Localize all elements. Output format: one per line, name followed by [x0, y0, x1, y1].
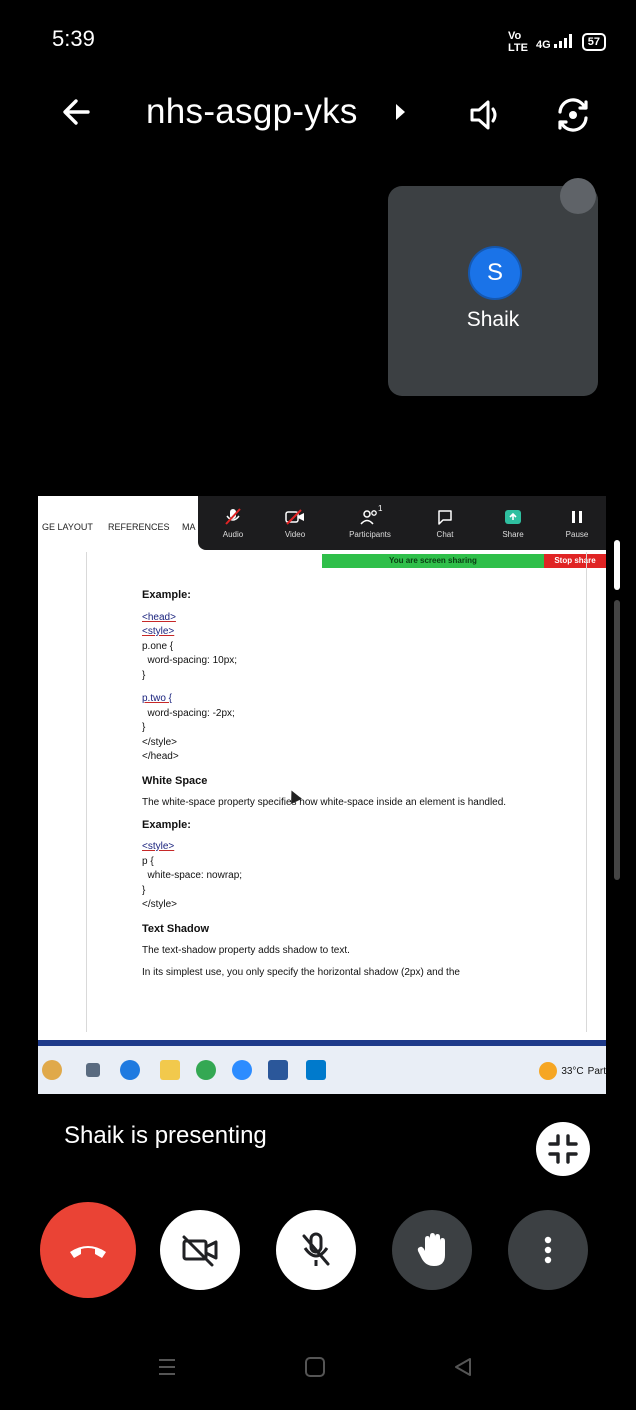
section-heading: Text Shadow: [142, 922, 210, 935]
code-line: <style>: [142, 626, 175, 637]
scrollbar-thumb[interactable]: [614, 540, 620, 590]
zoom-video-button: Video: [266, 502, 324, 539]
code-line: </style>: [142, 899, 178, 910]
chat-icon: [438, 510, 452, 525]
battery-icon: 57: [581, 33, 606, 51]
home-button[interactable]: [304, 1356, 326, 1383]
zoom-app-icon: [232, 1060, 252, 1080]
code-line: p.one {: [142, 640, 174, 652]
zoom-participants-button: 1 Participants: [349, 504, 391, 539]
section-heading: White Space: [142, 774, 208, 787]
menu-lines-icon: [159, 1359, 175, 1375]
back-button[interactable]: [58, 92, 98, 132]
arrow-left-icon: [63, 99, 90, 125]
camera-off-icon: [182, 1235, 218, 1267]
ribbon-tab: MA: [182, 522, 196, 532]
home-square-icon: [305, 1357, 325, 1377]
code-line: p {: [142, 855, 154, 867]
nav-back-button[interactable]: [452, 1356, 474, 1383]
code-line: <head>: [142, 611, 176, 623]
signal-icon: 4G: [536, 33, 574, 51]
minimize-button[interactable]: [536, 1122, 590, 1176]
code-line: word-spacing: -2px;: [142, 707, 235, 719]
zoom-pause-button: Pause: [548, 502, 606, 539]
code-line: </head>: [142, 751, 179, 762]
example-heading: Example:: [142, 589, 191, 601]
avatar: S: [468, 246, 522, 300]
edge-icon: [120, 1060, 140, 1080]
switch-camera-button[interactable]: [552, 94, 594, 136]
more-vert-icon: [544, 1236, 552, 1264]
code-line: white-space: nowrap;: [142, 870, 243, 881]
caret-right-icon[interactable]: [396, 104, 405, 120]
stop-share-button: Stop share: [544, 554, 606, 568]
shared-screen[interactable]: GE LAYOUT REFERENCES MA Audio Video 1 Pa…: [38, 496, 606, 1094]
speaker-icon: [470, 100, 497, 130]
scrollbar-track[interactable]: [614, 600, 620, 880]
paragraph: The white-space property specifies how w…: [142, 797, 507, 808]
status-icons: Vo LTE 4G 57: [508, 30, 606, 54]
switch-camera-icon: [558, 98, 588, 132]
ribbon-tab: GE LAYOUT: [42, 522, 93, 532]
zoom-chat-button: Chat: [416, 502, 474, 539]
start-icon: [42, 1060, 62, 1080]
participant-name: Shaik: [466, 308, 520, 331]
code-line: </style>: [142, 736, 178, 748]
participants-icon: [360, 510, 377, 525]
code-line: p.two {: [142, 693, 173, 704]
video-muted-icon: [285, 509, 304, 525]
weather-widget: 33°C Part: [539, 1062, 606, 1080]
recent-apps-button[interactable]: [156, 1356, 178, 1383]
back-triangle-icon: [455, 1358, 471, 1376]
speaker-button[interactable]: [466, 94, 508, 136]
paragraph: The text-shadow property adds shadow to …: [142, 945, 350, 956]
ribbon-tab: REFERENCES: [108, 522, 170, 532]
meeting-title[interactable]: nhs-asgp-yks: [146, 92, 358, 132]
code-line: word-spacing: 10px;: [142, 655, 238, 666]
self-video-tile[interactable]: S Shaik: [388, 178, 598, 396]
hand-icon: [417, 1233, 445, 1266]
vscode-icon: [306, 1060, 326, 1080]
mic-toggle-button[interactable]: [276, 1210, 356, 1290]
page-divider: [86, 552, 87, 1032]
camera-toggle-button[interactable]: [160, 1210, 240, 1290]
zoom-share-button: Share: [484, 502, 542, 539]
phone-hangup-icon: [70, 1246, 106, 1258]
screen-sharing-banner: You are screen sharing: [322, 554, 544, 568]
task-view-icon: [86, 1063, 100, 1077]
code-line: }: [142, 669, 146, 681]
mic-off-icon: [302, 1232, 330, 1266]
code-line: }: [142, 884, 146, 896]
word-icon: [268, 1060, 288, 1080]
mic-muted-icon: [225, 508, 241, 525]
code-line: <style>: [142, 841, 175, 852]
tile-corner-indicator: [560, 178, 596, 214]
zoom-toolbar: Audio Video 1 Participants Chat Share Pa…: [198, 496, 606, 550]
paragraph: In its simplest use, you only specify th…: [142, 966, 460, 978]
example-heading: Example:: [142, 818, 191, 831]
share-screen-icon: [505, 510, 521, 524]
zoom-audio-button: Audio: [204, 502, 262, 539]
chrome-icon: [196, 1060, 216, 1080]
page-divider: [586, 552, 587, 1032]
end-call-button[interactable]: [40, 1202, 136, 1298]
volte-icon: Vo LTE: [508, 30, 528, 54]
code-line: }: [142, 722, 146, 733]
presenting-label: Shaik is presenting: [64, 1122, 267, 1149]
windows-taskbar: 33°C Part: [38, 1046, 606, 1094]
document-page: Example: <head> <style> p.one { word-spa…: [142, 588, 582, 987]
more-options-button[interactable]: [508, 1210, 588, 1290]
file-explorer-icon: [160, 1060, 180, 1080]
weather-sun-icon: [539, 1062, 558, 1080]
pause-icon: [572, 511, 582, 523]
collapse-icon: [548, 1134, 578, 1164]
status-time: 5:39: [52, 26, 95, 51]
raise-hand-button[interactable]: [392, 1210, 472, 1290]
